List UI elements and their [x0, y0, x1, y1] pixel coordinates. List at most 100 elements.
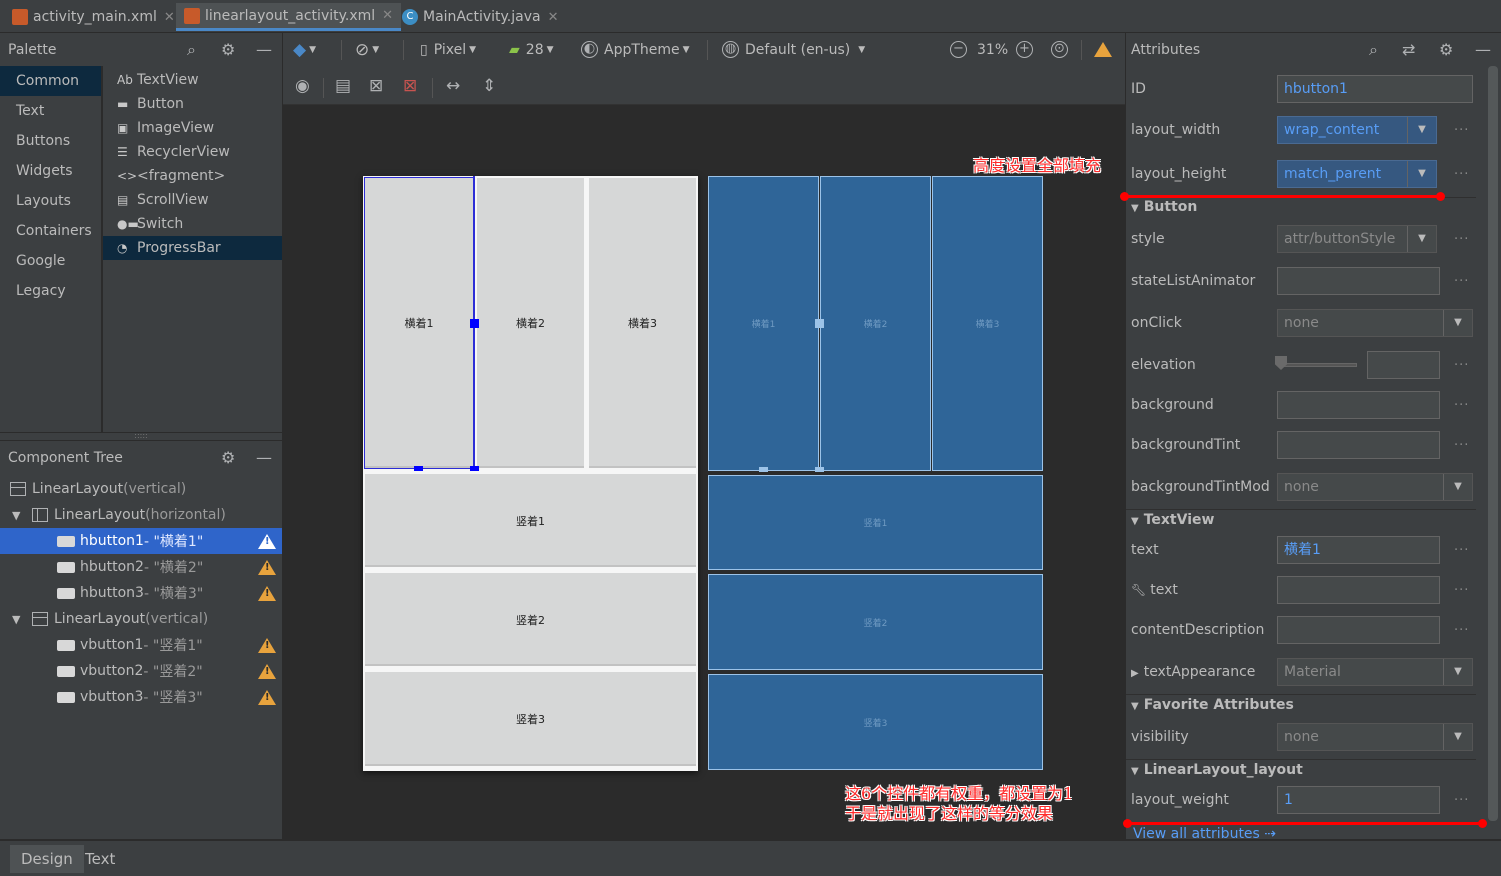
layout-height-combo[interactable]: match_parent ▼: [1277, 160, 1437, 188]
slider-thumb[interactable]: [1275, 356, 1287, 370]
chevron-down-icon[interactable]: ▼: [1443, 474, 1472, 500]
style-combo[interactable]: attr/buttonStyle ▼: [1277, 225, 1437, 253]
palette-item-recyclerview[interactable]: ☰ RecyclerView: [103, 140, 282, 164]
visibility-combo[interactable]: none ▼: [1277, 723, 1473, 751]
tree-node-root-linearlayout[interactable]: LinearLayout (vertical): [0, 476, 282, 502]
tree-node-vertical-linearlayout[interactable]: ▼ LinearLayout (vertical): [0, 606, 282, 632]
expand-vertical-icon[interactable]: ⇕: [482, 76, 496, 96]
resize-handle[interactable]: [470, 466, 479, 471]
chevron-down-icon[interactable]: ▼: [1407, 226, 1436, 252]
more-icon[interactable]: ···: [1454, 583, 1469, 598]
layout-width-combo[interactable]: wrap_content ▼: [1277, 116, 1437, 144]
backgroundtintmode-combo[interactable]: none ▼: [1277, 473, 1473, 501]
close-icon[interactable]: ✕: [164, 10, 175, 25]
tree-node-vbutton2[interactable]: vbutton2- "竖着2": [0, 658, 282, 684]
palette-item-imageview[interactable]: ▣ ImageView: [103, 116, 282, 140]
tree-node-hbutton2[interactable]: hbutton2- "横着2": [0, 554, 282, 580]
more-icon[interactable]: ···: [1454, 274, 1469, 289]
blueprint-vbutton2[interactable]: 竖着2: [708, 574, 1043, 670]
warning-icon[interactable]: [258, 585, 276, 601]
id-field[interactable]: hbutton1: [1277, 75, 1473, 103]
statelistanimator-field[interactable]: [1277, 267, 1440, 295]
warning-icon[interactable]: [258, 663, 276, 679]
chevron-down-icon[interactable]: ▼: [1443, 310, 1472, 336]
attr-label[interactable]: ▶ textAppearance: [1131, 664, 1255, 680]
resize-handle[interactable]: [414, 466, 423, 471]
textappearance-combo[interactable]: Material ▼: [1277, 658, 1473, 686]
tab-activity-main[interactable]: activity_main.xml ✕: [4, 3, 183, 31]
preview-hbutton1[interactable]: 横着1: [364, 177, 474, 469]
warning-icon[interactable]: [258, 689, 276, 705]
tab-text[interactable]: Text: [74, 845, 126, 873]
orientation-dropdown[interactable]: ⊘ ▼: [355, 33, 379, 66]
onclick-combo[interactable]: none ▼: [1277, 309, 1473, 337]
blueprint-hbutton3[interactable]: 横着3: [932, 176, 1043, 471]
theme-dropdown[interactable]: ◐ AppTheme ▼: [581, 33, 690, 66]
expand-arrow-icon[interactable]: ▼: [12, 509, 26, 522]
view-all-attributes-link[interactable]: View all attributes ⇢: [1133, 826, 1276, 839]
minimize-icon[interactable]: —: [256, 448, 272, 467]
infer-constraints-icon[interactable]: ⊠: [369, 76, 383, 96]
tree-node-vbutton1[interactable]: vbutton1- "竖着1": [0, 632, 282, 658]
backgroundtint-field[interactable]: [1277, 431, 1440, 459]
preview-vbutton3[interactable]: 竖着3: [365, 672, 696, 766]
more-icon[interactable]: ···: [1454, 623, 1469, 638]
more-icon[interactable]: ···: [1454, 793, 1469, 808]
tools-text-field[interactable]: [1277, 576, 1440, 604]
button-section-header[interactable]: ▼ Button: [1131, 199, 1197, 215]
palette-item-progressbar[interactable]: ◔ ProgressBar: [103, 236, 282, 260]
warnings-button[interactable]: [1094, 33, 1112, 66]
minimize-icon[interactable]: —: [1475, 40, 1491, 59]
expand-arrow-icon[interactable]: ▼: [12, 613, 26, 626]
elevation-field[interactable]: [1367, 351, 1440, 379]
warning-icon[interactable]: [258, 637, 276, 653]
chevron-down-icon[interactable]: ▼: [1407, 161, 1436, 187]
palette-item-button[interactable]: ▬ Button: [103, 92, 282, 116]
design-surface-dropdown[interactable]: ◆ ▼: [293, 33, 316, 66]
tab-mainactivity[interactable]: C MainActivity.java ✕: [394, 3, 566, 31]
resize-handle[interactable]: [470, 319, 479, 328]
eye-icon[interactable]: ◉: [295, 76, 310, 96]
gear-icon[interactable]: ⚙: [221, 448, 235, 467]
gear-icon[interactable]: ⚙: [221, 40, 235, 59]
layout-weight-field[interactable]: 1: [1277, 786, 1440, 814]
chevron-down-icon[interactable]: ▼: [1407, 117, 1436, 143]
zoom-in-button[interactable]: +: [1016, 33, 1033, 66]
warning-icon[interactable]: [258, 533, 276, 549]
layout-grid-icon[interactable]: ▤: [335, 76, 351, 96]
close-icon[interactable]: ✕: [548, 10, 559, 25]
text-field[interactable]: 横着1: [1277, 536, 1440, 564]
blueprint-vbutton3[interactable]: 竖着3: [708, 674, 1043, 770]
palette-category-common[interactable]: Common: [0, 66, 101, 96]
resize-handle[interactable]: [815, 319, 824, 328]
more-icon[interactable]: ···: [1454, 167, 1469, 182]
swap-view-icon[interactable]: ⇄: [1402, 40, 1415, 59]
background-field[interactable]: [1277, 391, 1440, 419]
close-icon[interactable]: ✕: [382, 8, 393, 23]
contentdescription-field[interactable]: [1277, 616, 1440, 644]
tree-node-vbutton3[interactable]: vbutton3- "竖着3": [0, 684, 282, 710]
chevron-down-icon[interactable]: ▼: [1443, 724, 1472, 750]
palette-item-scrollview[interactable]: ▤ ScrollView: [103, 188, 282, 212]
blueprint-vbutton1[interactable]: 竖着1: [708, 475, 1043, 570]
linearlayout-layout-header[interactable]: ▼ LinearLayout_layout: [1131, 762, 1303, 778]
clear-constraints-icon[interactable]: ⊠: [403, 76, 417, 96]
palette-category-text[interactable]: Text: [0, 96, 101, 126]
tree-node-horizontal-linearlayout[interactable]: ▼ LinearLayout (horizontal): [0, 502, 282, 528]
chevron-down-icon[interactable]: ▼: [1443, 659, 1472, 685]
more-icon[interactable]: ···: [1454, 398, 1469, 413]
palette-category-legacy[interactable]: Legacy: [0, 276, 101, 306]
tree-node-hbutton3[interactable]: hbutton3- "横着3": [0, 580, 282, 606]
locale-dropdown[interactable]: ◍ Default (en-us) ▼: [722, 33, 865, 66]
zoom-out-button[interactable]: −: [950, 33, 967, 66]
favorite-attributes-header[interactable]: ▼ Favorite Attributes: [1131, 697, 1294, 713]
more-icon[interactable]: ···: [1454, 232, 1469, 247]
palette-item-fragment[interactable]: <> <fragment>: [103, 164, 282, 188]
elevation-slider[interactable]: [1279, 363, 1357, 367]
expand-horizontal-icon[interactable]: ↔: [446, 76, 460, 96]
preview-hbutton3[interactable]: 横着3: [589, 178, 696, 468]
panel-splitter[interactable]: :::::: [0, 432, 282, 440]
warning-icon[interactable]: [258, 559, 276, 575]
palette-item-textview[interactable]: Ab TextView: [103, 68, 282, 92]
api-level-dropdown[interactable]: ▰ 28 ▼: [509, 33, 554, 66]
